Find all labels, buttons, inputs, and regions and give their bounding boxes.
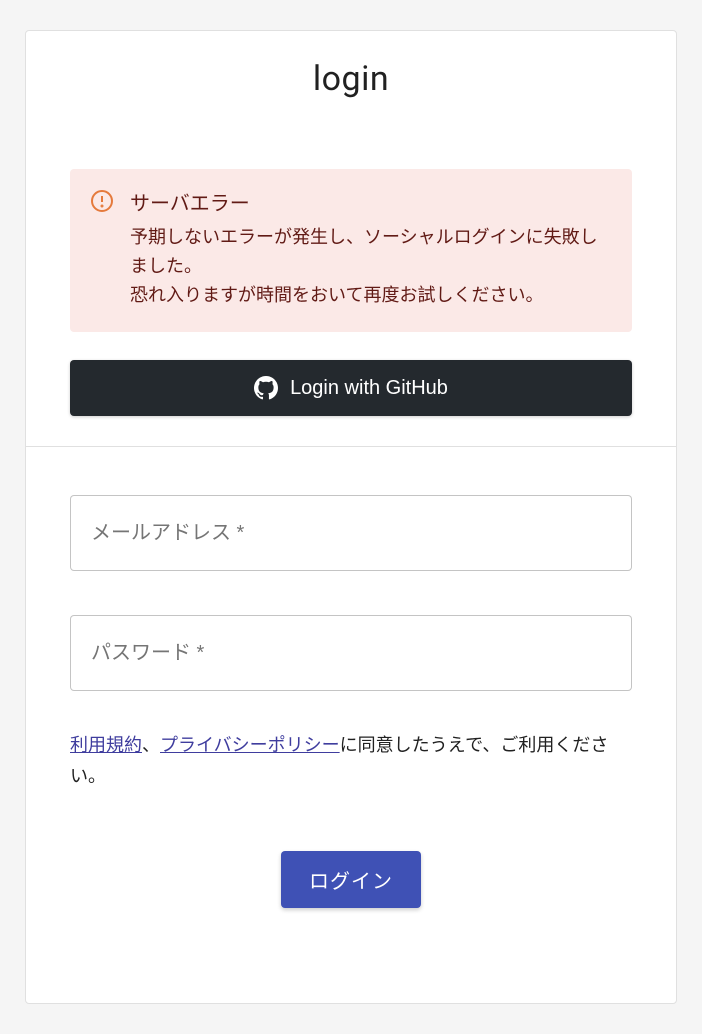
page-title: login [70, 59, 632, 99]
alert-body: サーバエラー 予期しないエラーが発生し、ソーシャルログインに失敗しました。恐れ入… [130, 187, 612, 310]
error-icon [90, 187, 114, 310]
privacy-link[interactable]: プライバシーポリシー [160, 735, 340, 756]
github-login-button[interactable]: Login with GitHub [70, 360, 632, 416]
login-card: login サーバエラー 予期しないエラーが発生し、ソーシャルログインに失敗しま… [25, 30, 677, 1004]
alert-message: 予期しないエラーが発生し、ソーシャルログインに失敗しました。恐れ入りますが時間を… [130, 224, 612, 310]
error-alert: サーバエラー 予期しないエラーが発生し、ソーシャルログインに失敗しました。恐れ入… [70, 169, 632, 332]
login-button[interactable]: ログイン [281, 851, 421, 908]
email-field[interactable] [70, 495, 632, 571]
github-icon [254, 376, 278, 400]
consent-text: 利用規約、プライバシーポリシーに同意したうえで、ご利用ください。 [70, 731, 632, 792]
github-button-label: Login with GitHub [290, 377, 448, 400]
divider [26, 446, 676, 447]
alert-title: サーバエラー [130, 187, 612, 216]
terms-link[interactable]: 利用規約 [70, 735, 142, 756]
consent-separator: 、 [142, 735, 160, 756]
login-button-wrap: ログイン [70, 851, 632, 908]
password-field[interactable] [70, 615, 632, 691]
